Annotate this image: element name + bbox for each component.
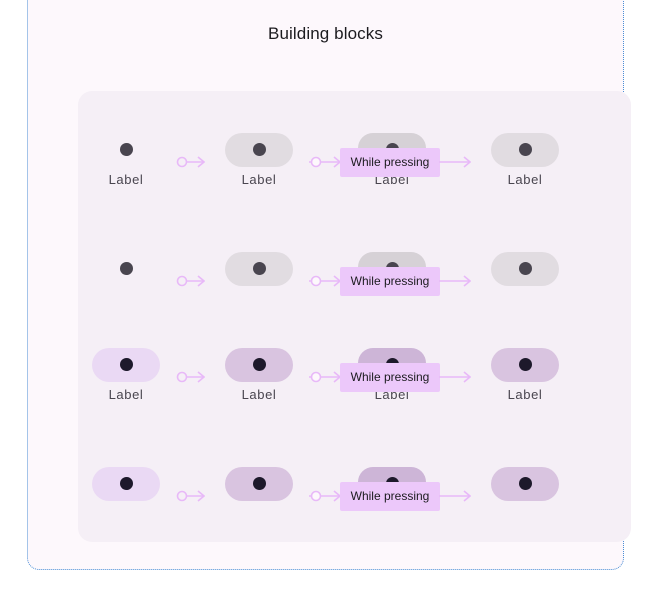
label-r3-c2: Label (241, 387, 277, 402)
release-arrow-r4 (439, 490, 471, 502)
while-pressing-chip-r1: While pressing (340, 148, 440, 177)
while-pressing-chip-r2: While pressing (340, 267, 440, 296)
indicator-dot-r1-c1 (119, 142, 133, 156)
indicator-dot-r2-c2 (252, 261, 266, 275)
label-r1-c4: Label (507, 172, 543, 187)
indicator-dot-r3-c1 (119, 357, 133, 371)
label-r1-c1: Label (108, 172, 144, 187)
transition-arrow-r4 (176, 490, 205, 502)
press-start-circle-r3 (310, 371, 322, 383)
indicator-dot-r1-c2 (252, 142, 266, 156)
release-arrow-r2 (439, 275, 471, 287)
while-pressing-chip-r3: While pressing (340, 363, 440, 392)
press-start-circle-r4 (310, 490, 322, 502)
label-r3-c4: Label (507, 387, 543, 402)
indicator-dot-r1-c4 (518, 142, 532, 156)
press-start-circle-r1 (310, 156, 322, 168)
while-pressing-chip-r4: While pressing (340, 482, 440, 511)
indicator-dot-r4-c1 (119, 476, 133, 490)
indicator-dot-r3-c4 (518, 357, 532, 371)
transition-arrow-r3 (176, 371, 205, 383)
transition-arrow-r1 (176, 156, 205, 168)
press-start-circle-r2 (310, 275, 322, 287)
indicator-dot-r4-c2 (252, 476, 266, 490)
indicator-dot-r3-c2 (252, 357, 266, 371)
label-r3-c1: Label (108, 387, 144, 402)
release-arrow-r1 (439, 156, 471, 168)
indicator-dot-r2-c1 (119, 261, 133, 275)
transition-arrow-r2 (176, 275, 205, 287)
indicator-dot-r2-c4 (518, 261, 532, 275)
label-r1-c2: Label (241, 172, 277, 187)
indicator-dot-r4-c4 (518, 476, 532, 490)
page-title: Building blocks (268, 24, 383, 43)
release-arrow-r3 (439, 371, 471, 383)
